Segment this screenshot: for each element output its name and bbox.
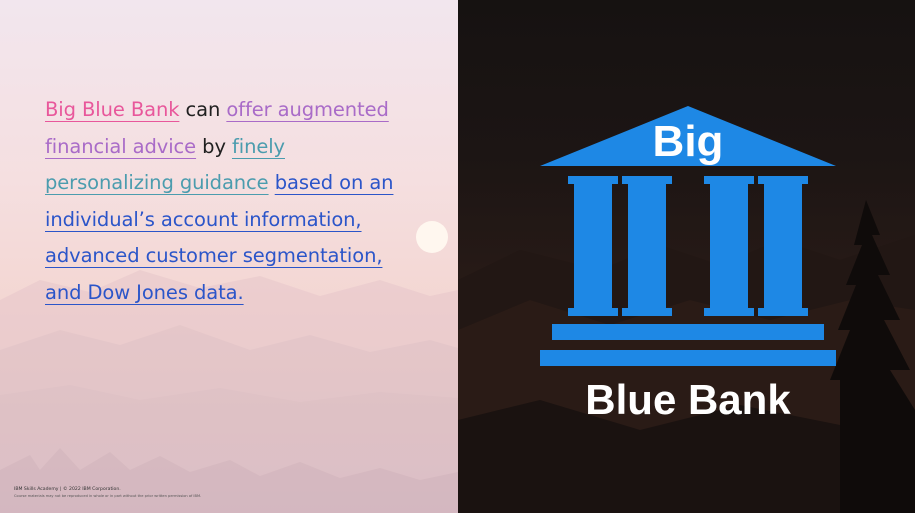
text-segment-brand: Big Blue Bank bbox=[45, 98, 180, 121]
bank-building-icon: Big Blue Bank bbox=[540, 106, 836, 420]
sun-shape bbox=[416, 221, 448, 253]
copyright-footer: IBM Skills Academy | © 2022 IBM Corporat… bbox=[14, 487, 314, 499]
logo-column bbox=[628, 180, 666, 314]
text-segment-plain: by bbox=[196, 134, 232, 158]
footer-disclaimer: Course materials may not be reproduced i… bbox=[14, 494, 202, 498]
logo-columns bbox=[568, 176, 808, 316]
logo-top-word: Big bbox=[653, 117, 724, 166]
logo-column bbox=[764, 180, 802, 314]
text-segment-plain: can bbox=[179, 98, 227, 121]
logo-column bbox=[574, 180, 612, 314]
logo-bottom-words: Blue Bank bbox=[585, 376, 791, 420]
logo-step bbox=[540, 350, 836, 366]
slide: Big Blue Bank can offer augmented financ… bbox=[0, 0, 915, 513]
logo-step bbox=[552, 324, 824, 340]
headline-paragraph: Big Blue Bank can offer augmented financ… bbox=[45, 92, 405, 311]
logo-column bbox=[710, 180, 748, 314]
